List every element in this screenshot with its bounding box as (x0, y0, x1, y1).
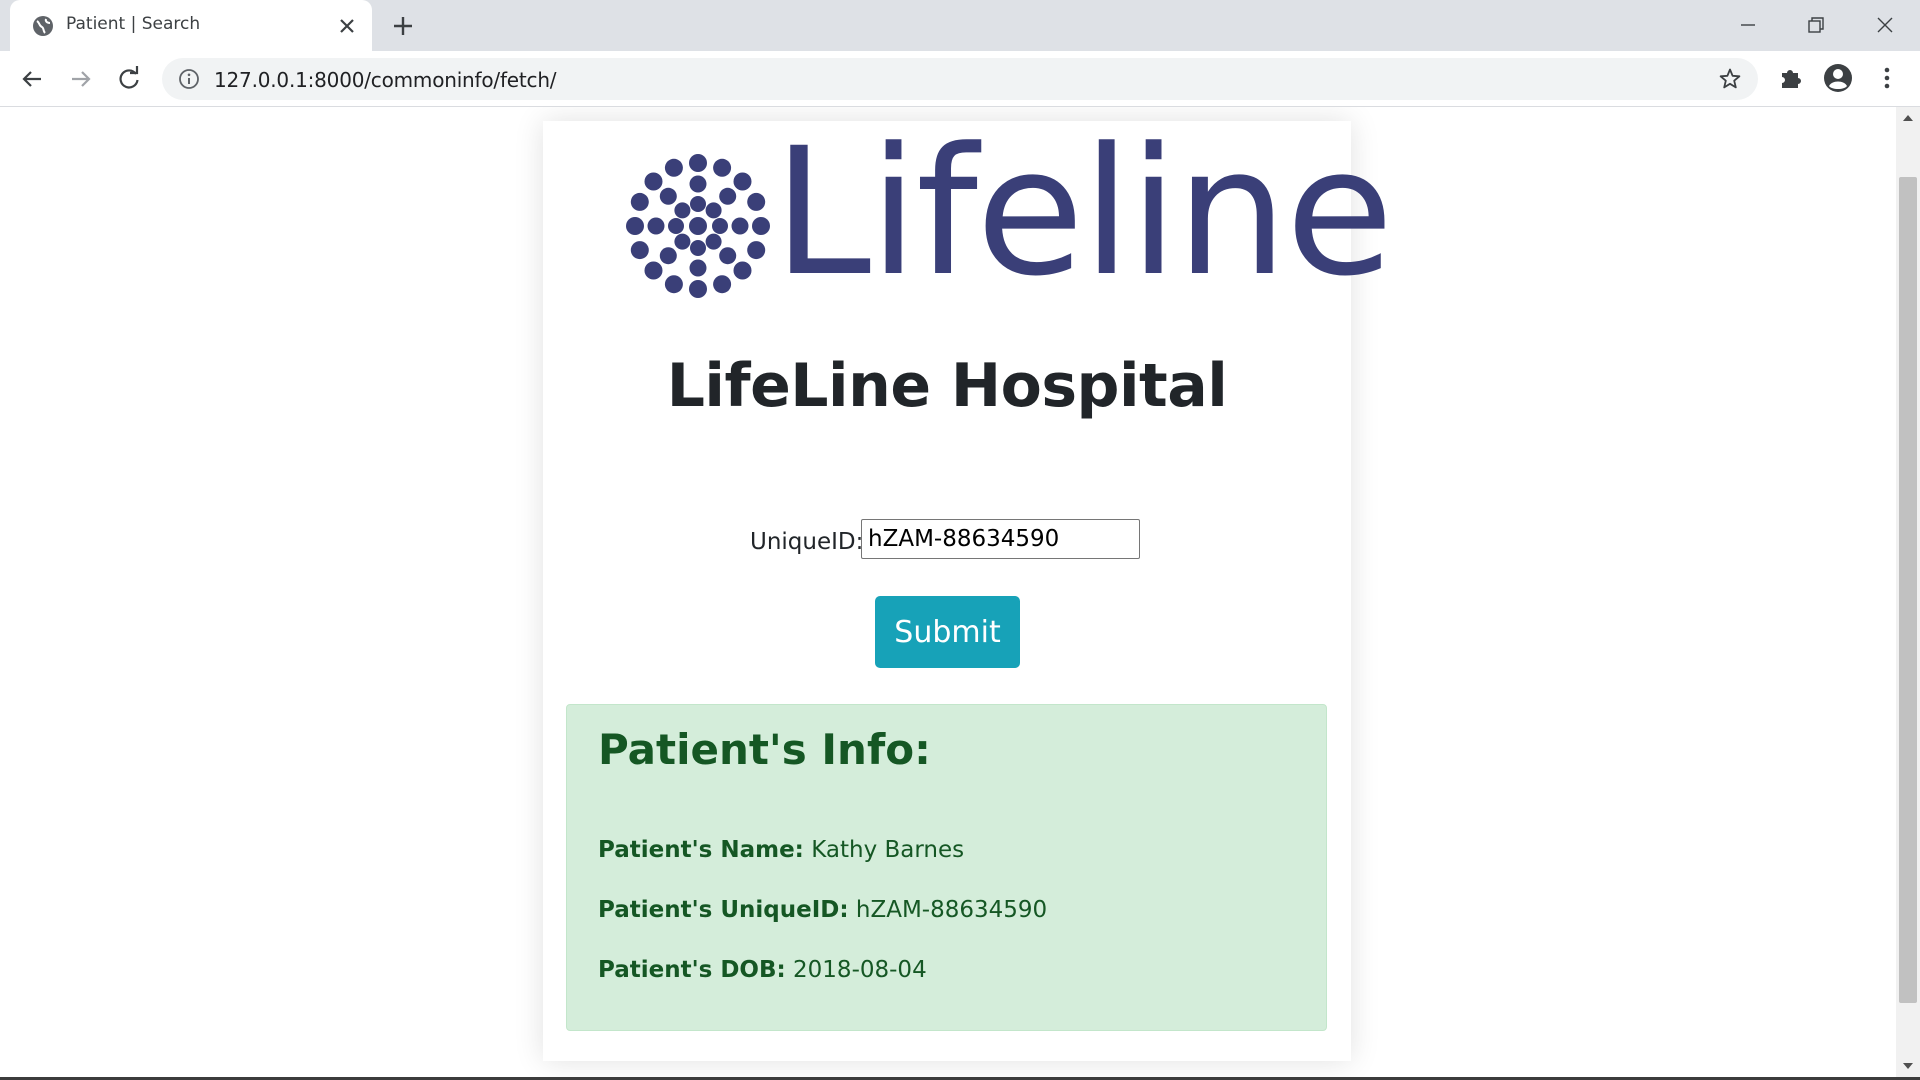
reload-icon[interactable] (115, 65, 143, 93)
patient-uniqueid-row: Patient's UniqueID: hZAM-88634590 (598, 897, 1047, 923)
uniqueid-input[interactable] (861, 519, 1140, 559)
patient-info-alert: Patient's Info: Patient's Name: Kathy Ba… (566, 704, 1327, 1031)
kebab-menu-icon[interactable] (1872, 63, 1902, 93)
vertical-scrollbar[interactable] (1896, 107, 1920, 1077)
arrow-right-icon[interactable] (67, 65, 95, 93)
puzzle-icon[interactable] (1776, 63, 1806, 93)
uniqueid-label: UniqueID: (750, 529, 864, 555)
restore-icon[interactable] (1801, 10, 1831, 40)
patient-info-heading: Patient's Info: (598, 725, 931, 774)
logo-wordmark: Lifeline (773, 110, 1394, 315)
patient-dob-value: 2018-08-04 (793, 957, 927, 983)
window-close-icon[interactable] (1870, 10, 1900, 40)
browser-toolbar: 127.0.0.1:8000/commoninfo/fetch/ (0, 51, 1920, 107)
scroll-up-arrow-icon[interactable] (1903, 115, 1913, 121)
logo-mark-icon (626, 154, 770, 298)
account-icon[interactable] (1823, 63, 1853, 93)
address-bar[interactable]: 127.0.0.1:8000/commoninfo/fetch/ (162, 58, 1758, 100)
close-icon[interactable] (336, 15, 358, 37)
tab-title: Patient | Search (66, 14, 201, 34)
browser-tab[interactable]: Patient | Search (10, 0, 372, 51)
patient-name-label: Patient's Name: (598, 837, 804, 863)
page-title: LifeLine Hospital (666, 351, 1228, 421)
scroll-down-arrow-icon[interactable] (1903, 1063, 1913, 1069)
url-text: 127.0.0.1:8000/commoninfo/fetch/ (214, 68, 557, 92)
patient-uniqueid-value: hZAM-88634590 (855, 897, 1048, 923)
arrow-left-icon[interactable] (18, 65, 46, 93)
plus-icon[interactable] (390, 13, 416, 39)
globe-icon (33, 16, 53, 36)
patient-name-row: Patient's Name: Kathy Barnes (598, 837, 964, 863)
browser-tab-strip: Patient | Search (0, 0, 1920, 51)
patient-uniqueid-label: Patient's UniqueID: (598, 897, 849, 923)
search-card: Lifeline LifeLine Hospital UniqueID: Sub… (543, 121, 1394, 1061)
scrollbar-thumb[interactable] (1899, 177, 1917, 1003)
lifeline-logo: Lifeline (623, 125, 1394, 301)
star-icon[interactable] (1718, 67, 1742, 91)
info-icon[interactable] (178, 68, 200, 90)
submit-button[interactable]: Submit (875, 596, 1020, 668)
search-form: UniqueID: (543, 519, 1351, 565)
patient-name-value: Kathy Barnes (811, 837, 965, 863)
page-viewport: Lifeline LifeLine Hospital UniqueID: Sub… (0, 107, 1896, 1077)
patient-dob-label: Patient's DOB: (598, 957, 786, 983)
patient-dob-row: Patient's DOB: 2018-08-04 (598, 957, 927, 983)
minimize-icon[interactable] (1733, 10, 1763, 40)
